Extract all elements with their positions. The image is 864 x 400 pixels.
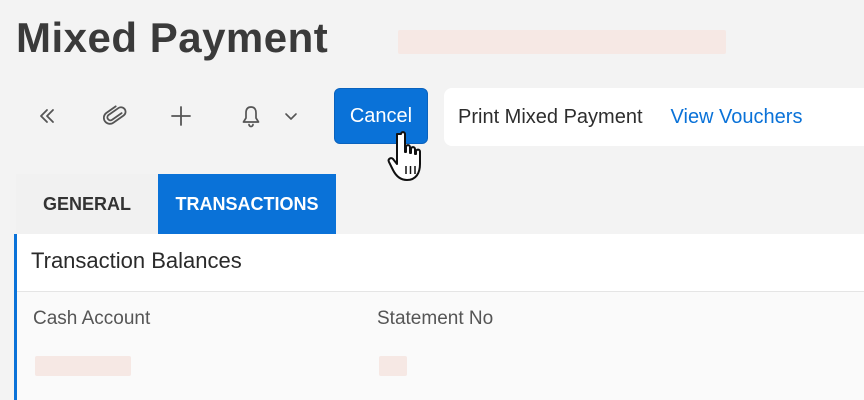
cash-account-label: Cash Account	[33, 308, 151, 329]
chevron-down-icon[interactable]	[280, 96, 302, 136]
tab-bar: GENERAL TRANSACTIONS	[16, 174, 336, 234]
plus-icon[interactable]	[166, 96, 196, 136]
cancel-button[interactable]: Cancel	[334, 88, 428, 144]
print-mixed-payment-button[interactable]: Print Mixed Payment	[458, 106, 643, 129]
bell-icon[interactable]	[236, 96, 266, 136]
statement-no-label: Statement No	[377, 308, 494, 329]
section-header: Transaction Balances	[17, 234, 864, 292]
transactions-panel: Transaction Balances Cash Account Statem…	[14, 234, 864, 400]
title-redaction	[398, 30, 726, 54]
action-panel: Print Mixed Payment View Vouchers	[444, 88, 864, 146]
cash-account-value	[35, 356, 131, 376]
tab-general[interactable]: GENERAL	[16, 174, 158, 234]
statement-no-value	[379, 356, 407, 376]
section-title: Transaction Balances	[31, 248, 242, 273]
tab-transactions[interactable]: TRANSACTIONS	[158, 174, 336, 234]
double-chevron-left-icon[interactable]	[32, 96, 62, 136]
page-title: Mixed Payment	[16, 14, 329, 61]
view-vouchers-link[interactable]: View Vouchers	[671, 106, 803, 129]
paperclip-icon[interactable]	[100, 96, 130, 136]
